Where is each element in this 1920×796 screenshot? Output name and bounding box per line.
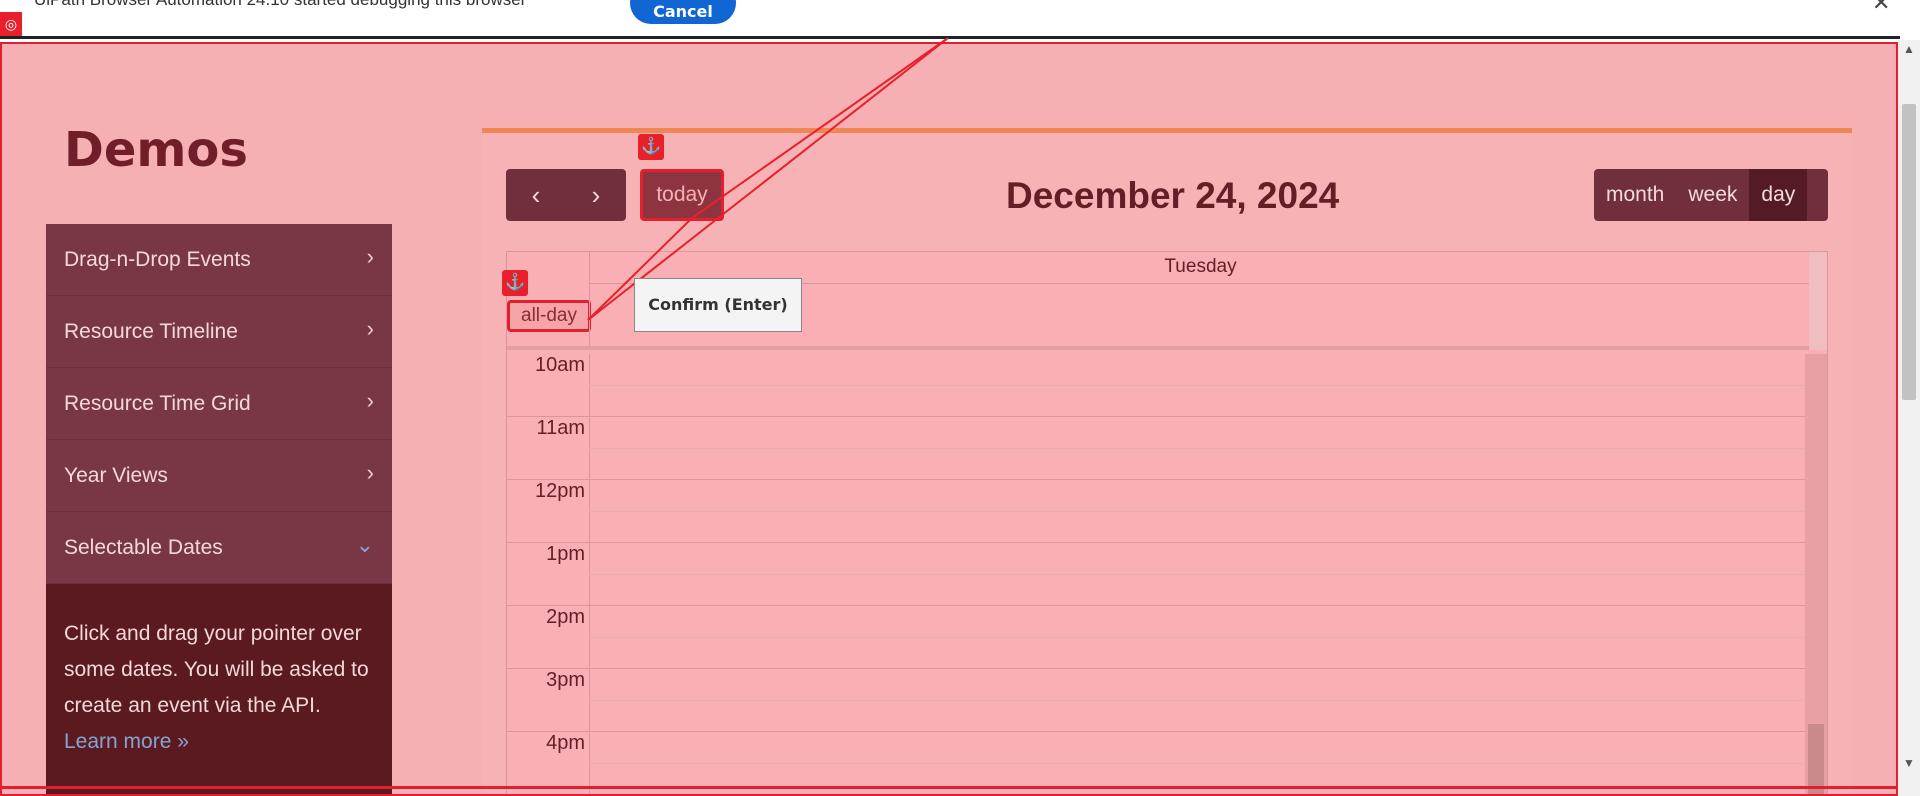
next-button[interactable]: › xyxy=(566,169,626,221)
sidebar: Drag-n-Drop Events › Resource Timeline ›… xyxy=(46,224,392,794)
time-label: 2pm xyxy=(546,606,585,628)
time-label: 3pm xyxy=(546,669,585,691)
notification-divider xyxy=(0,36,1900,39)
time-slots: 10am 11am 12pm 1pm 2pm 3pm 4pm xyxy=(507,354,1811,794)
sidebar-item-drag-n-drop[interactable]: Drag-n-Drop Events › xyxy=(46,224,392,296)
notification-message: UiPath Browser Automation 24.10 started … xyxy=(34,0,526,10)
view-switcher: month week day xyxy=(1594,169,1828,221)
learn-more-link[interactable]: Learn more » xyxy=(64,730,189,753)
anchor-icon: ⚓ xyxy=(502,270,528,296)
scrollbar-thumb[interactable] xyxy=(1902,104,1916,400)
time-slot-row: 2pm xyxy=(507,606,1811,669)
sidebar-item-selectable-dates[interactable]: Selectable Dates ⌄ xyxy=(46,512,392,584)
today-button[interactable]: today xyxy=(640,169,724,221)
sidebar-item-label: Year Views xyxy=(64,464,168,487)
description-text: Click and drag your pointer over some da… xyxy=(64,622,369,717)
time-slot-row: 10am xyxy=(507,354,1811,417)
sidebar-item-year-views[interactable]: Year Views › xyxy=(46,440,392,512)
time-grid: Tuesday all-day 10am 11am 12pm 1pm 2pm 3… xyxy=(506,251,1828,794)
confirm-tooltip[interactable]: Confirm (Enter) xyxy=(634,278,802,332)
close-icon[interactable]: ✕ xyxy=(1872,0,1890,16)
prev-button[interactable]: ‹ xyxy=(506,169,566,221)
time-label: 4pm xyxy=(546,732,585,754)
scroll-up-icon[interactable]: ▲ xyxy=(1898,42,1920,56)
header-scrollbar[interactable] xyxy=(1809,252,1827,284)
sidebar-description: Click and drag your pointer over some da… xyxy=(46,584,392,794)
time-label: 12pm xyxy=(534,480,585,502)
highlight-bottom-border xyxy=(0,786,1898,789)
chevron-left-icon: ‹ xyxy=(531,179,541,210)
sidebar-item-label: Resource Timeline xyxy=(64,320,238,343)
time-slot-row: 1pm xyxy=(507,543,1811,606)
highlighted-page-region: Demos Drag-n-Drop Events › Resource Time… xyxy=(0,42,1898,796)
scroll-down-icon[interactable]: ▼ xyxy=(1898,756,1920,770)
calendar-toolbar: ‹ › today December 24, 2024 month week d… xyxy=(506,169,1828,221)
calendar-title: December 24, 2024 xyxy=(1006,175,1340,216)
allday-scrollbar[interactable] xyxy=(1809,284,1827,350)
view-week-button[interactable]: week xyxy=(1676,169,1749,221)
time-slot-row: 12pm xyxy=(507,480,1811,543)
sidebar-item-label: Resource Time Grid xyxy=(64,392,251,415)
sidebar-item-label: Selectable Dates xyxy=(64,536,223,559)
chevron-right-icon: › xyxy=(366,460,374,485)
view-day-button[interactable]: day xyxy=(1749,169,1808,221)
target-icon: ◎ xyxy=(0,12,22,36)
chevron-down-icon: ⌄ xyxy=(355,532,374,557)
chevron-right-icon: › xyxy=(366,316,374,341)
chevron-right-icon: › xyxy=(366,244,374,269)
day-header-label: Tuesday xyxy=(1164,256,1237,277)
calendar: ‹ › today December 24, 2024 month week d… xyxy=(482,128,1852,794)
cancel-debug-button[interactable]: Cancel xyxy=(630,0,736,24)
sidebar-item-resource-timeline[interactable]: Resource Timeline › xyxy=(46,296,392,368)
page-scrollbar[interactable]: ▲ ▼ xyxy=(1898,40,1920,796)
chevron-right-icon: › xyxy=(591,179,601,210)
time-slot-row: 3pm xyxy=(507,669,1811,732)
time-slot-row: 11am xyxy=(507,417,1811,480)
chevron-right-icon: › xyxy=(366,388,374,413)
anchor-icon: ⚓ xyxy=(638,134,664,160)
view-month-button[interactable]: month xyxy=(1594,169,1676,221)
time-label: 11am xyxy=(536,417,585,439)
sidebar-item-label: Drag-n-Drop Events xyxy=(64,248,251,271)
time-grid-scrollbar[interactable] xyxy=(1805,354,1827,794)
allday-label: all-day xyxy=(507,300,591,332)
time-label: 1pm xyxy=(546,543,585,565)
time-label: 10am xyxy=(534,354,585,376)
sidebar-item-resource-time-grid[interactable]: Resource Time Grid › xyxy=(46,368,392,440)
page-title: Demos xyxy=(64,122,248,178)
debug-notification-bar: UiPath Browser Automation 24.10 started … xyxy=(0,0,1920,39)
nav-button-group: ‹ › xyxy=(506,169,626,221)
